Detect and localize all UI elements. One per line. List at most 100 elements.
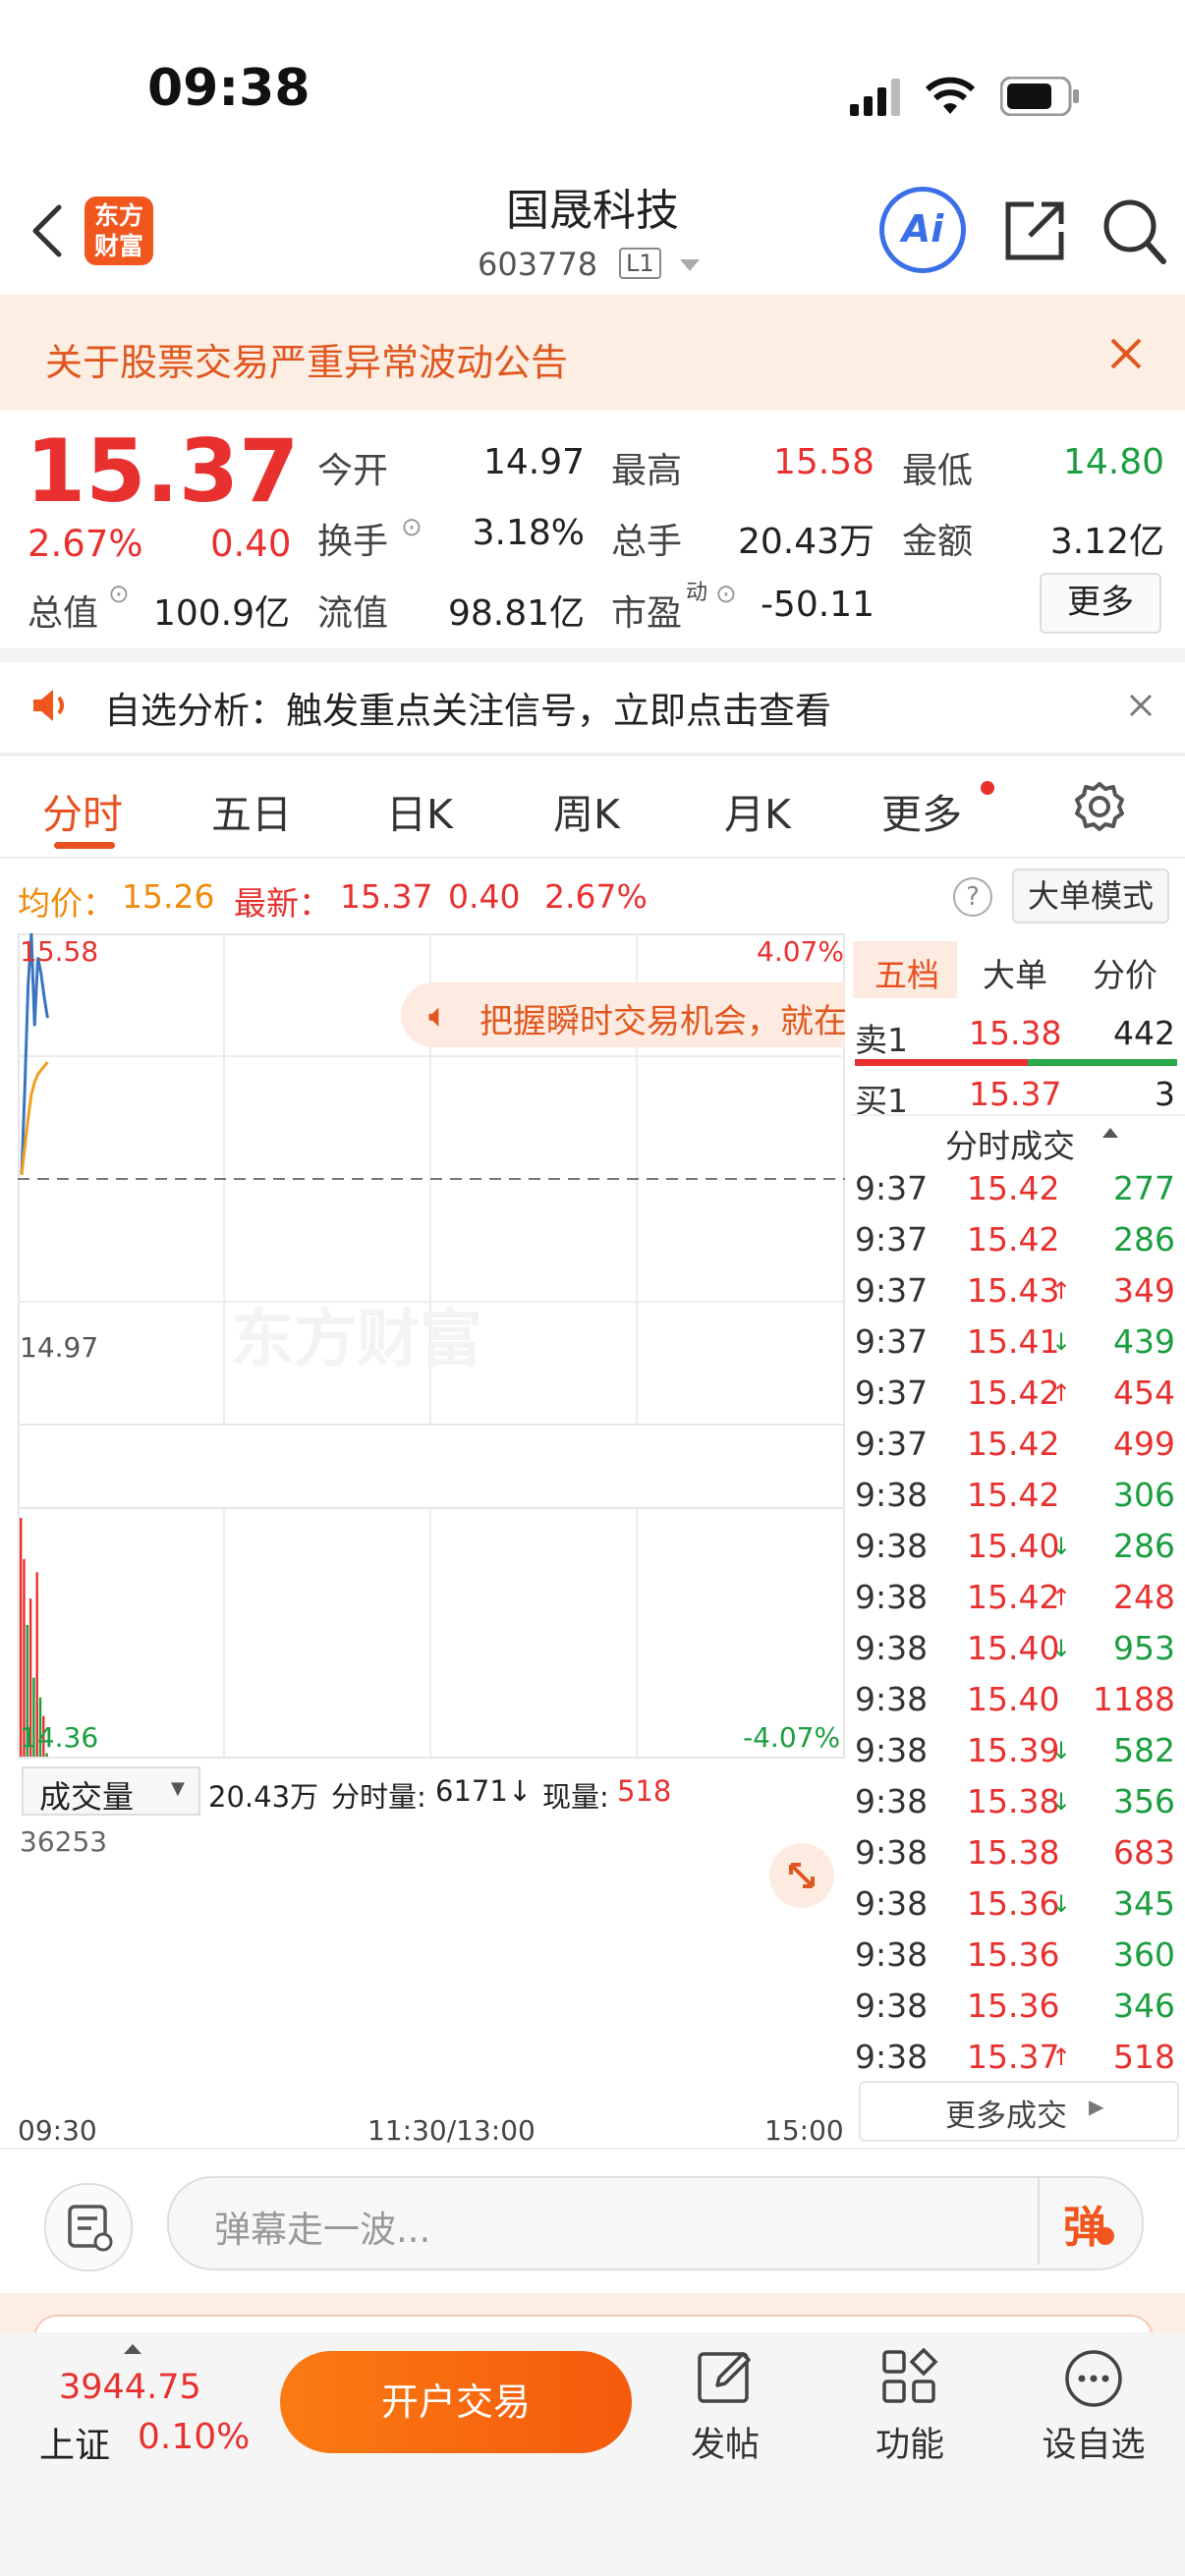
y-mid-label: 14.97: [20, 1331, 99, 1364]
tab-price-dist[interactable]: 分价: [1093, 949, 1157, 996]
index-value[interactable]: 3944.75: [59, 2368, 201, 2407]
pe-superscript: 动: [686, 581, 708, 605]
trade-price: 15.37: [967, 2038, 1060, 2076]
tab-more[interactable]: 更多: [881, 781, 962, 840]
y-bottom-pct: -4.07%: [743, 1721, 841, 1754]
gear-icon[interactable]: [1073, 780, 1126, 837]
share-icon[interactable]: [1000, 196, 1069, 269]
chevron-up-icon[interactable]: [1102, 1128, 1118, 1138]
pe-value: -50.11: [760, 585, 875, 625]
stock-code: 603778: [478, 246, 598, 283]
divider: [0, 648, 1185, 662]
promo-text[interactable]: 把握瞬时交易机会，就在: [480, 994, 845, 1042]
trade-time: 9:37: [855, 1271, 929, 1310]
functions-label[interactable]: 功能: [841, 2417, 979, 2467]
more-dots-icon[interactable]: [1063, 2348, 1124, 2413]
promo-banner[interactable]: 🔈︎ 把握瞬时交易机会，就在: [401, 982, 845, 1047]
trade-volume: 306: [1113, 1476, 1175, 1514]
tab-monthly[interactable]: 月K: [724, 781, 791, 840]
chevron-down-icon[interactable]: [680, 259, 700, 271]
trade-price: 15.36: [967, 1884, 1060, 1923]
trade-row: 9:37 15.41 ↓ 439: [855, 1322, 1179, 1373]
trade-volume: 518: [1113, 2038, 1175, 2076]
tab-5day[interactable]: 五日: [211, 781, 292, 840]
trade-row: 9:37 15.42 ↑ 454: [855, 1373, 1179, 1425]
index-expand-icon[interactable]: [124, 2344, 141, 2354]
danmu-input[interactable]: 弹幕走一波... 弹: [167, 2176, 1144, 2270]
volume-minute-label: 分时量:: [331, 1780, 426, 1814]
apps-icon[interactable]: [880, 2347, 939, 2411]
speaker-icon: [29, 686, 73, 729]
last-pct: 2.67%: [544, 877, 648, 916]
volume-selector[interactable]: 成交量 ▼: [22, 1766, 200, 1816]
trade-row: 9:37 15.42 286: [855, 1220, 1179, 1271]
amount-value: 3.12亿: [1049, 522, 1164, 562]
analysis-text[interactable]: 自选分析：触发重点关注信号，立即点击查看: [104, 681, 831, 734]
x-start: 09:30: [18, 2114, 97, 2147]
edit-icon[interactable]: [696, 2348, 755, 2411]
tab-daily[interactable]: 日K: [386, 781, 453, 840]
trade-price: 15.40: [967, 1629, 1060, 1667]
search-icon[interactable]: [1100, 195, 1169, 271]
volume-now: 518: [617, 1774, 672, 1808]
info-circle-icon[interactable]: ⊙: [715, 580, 737, 609]
up-arrow-icon: ↑: [1051, 1584, 1072, 1611]
add-watch-label[interactable]: 设自选: [1025, 2417, 1162, 2467]
down-arrow-icon: ↓: [1051, 1737, 1072, 1764]
tab-minute[interactable]: 分时: [42, 781, 123, 840]
trade-time: 9:37: [855, 1373, 929, 1412]
back-button[interactable]: [28, 201, 67, 260]
more-button[interactable]: 更多: [1040, 573, 1161, 634]
trade-time: 9:37: [855, 1425, 929, 1463]
trade-time: 9:38: [855, 1629, 929, 1667]
help-icon[interactable]: ?: [953, 877, 992, 917]
info-circle-icon[interactable]: ⊙: [108, 580, 130, 609]
wifi-icon: [924, 75, 977, 120]
close-icon[interactable]: [1108, 336, 1144, 375]
level-badge[interactable]: L1: [619, 248, 661, 279]
info-circle-icon[interactable]: ⊙: [401, 513, 423, 542]
high-label: 最高: [611, 451, 683, 491]
volume-max-label: 36253: [20, 1825, 108, 1858]
trade-time: 9:38: [855, 1884, 929, 1923]
tab-big-orders[interactable]: 大单: [983, 949, 1047, 996]
trade-price: 15.42: [967, 1220, 1060, 1259]
divider: [0, 2148, 1185, 2150]
more-trades-button[interactable]: 更多成交 ▶: [859, 2081, 1179, 2142]
avg-value: 15.26: [122, 877, 215, 916]
trade-time: 9:38: [855, 1935, 929, 1974]
danmu-settings-icon[interactable]: [44, 2183, 133, 2271]
index-name[interactable]: 上证: [39, 2417, 110, 2468]
watermark: 东方财富: [231, 1304, 482, 1376]
trade-volume: 953: [1113, 1629, 1175, 1667]
trade-volume: 454: [1113, 1373, 1175, 1412]
buy1-volume: 3: [1155, 1075, 1175, 1113]
index-pct[interactable]: 0.10%: [138, 2417, 250, 2457]
trade-volume: 248: [1113, 1578, 1175, 1616]
trade-row: 9:38 15.39 ↓ 582: [855, 1731, 1179, 1782]
tab-five-levels[interactable]: 五档: [853, 941, 957, 998]
tab-weekly[interactable]: 周K: [553, 781, 620, 840]
trade-time: 9:38: [855, 2038, 929, 2076]
trade-time: 9:37: [855, 1322, 929, 1361]
last-value: 15.37: [340, 877, 433, 916]
open-account-button[interactable]: 开户交易: [280, 2351, 632, 2453]
open-label: 今开: [317, 451, 389, 491]
mcap-label: 总值: [28, 593, 99, 634]
trade-volume: 286: [1113, 1220, 1175, 1259]
danmu-send-button[interactable]: 弹: [1038, 2178, 1142, 2265]
trades-header[interactable]: 分时成交: [945, 1120, 1075, 1167]
expand-icon[interactable]: [769, 1843, 834, 1908]
trade-price: 15.40: [967, 1527, 1060, 1565]
down-arrow-icon: ↓: [1051, 1635, 1072, 1662]
big-order-mode-button[interactable]: 大单模式: [1012, 868, 1169, 924]
notice-text[interactable]: 关于股票交易严重异常波动公告: [45, 332, 568, 386]
post-label[interactable]: 发帖: [656, 2417, 794, 2467]
trade-price: 15.43: [967, 1271, 1060, 1310]
trade-row: 9:38 15.40 ↓ 286: [855, 1527, 1179, 1578]
ai-button[interactable]: Ai: [879, 187, 966, 273]
trade-volume: 360: [1113, 1935, 1175, 1974]
close-icon[interactable]: [1128, 693, 1154, 722]
trade-row: 9:38 15.38 683: [855, 1833, 1179, 1884]
trade-price: 15.42: [967, 1578, 1060, 1616]
